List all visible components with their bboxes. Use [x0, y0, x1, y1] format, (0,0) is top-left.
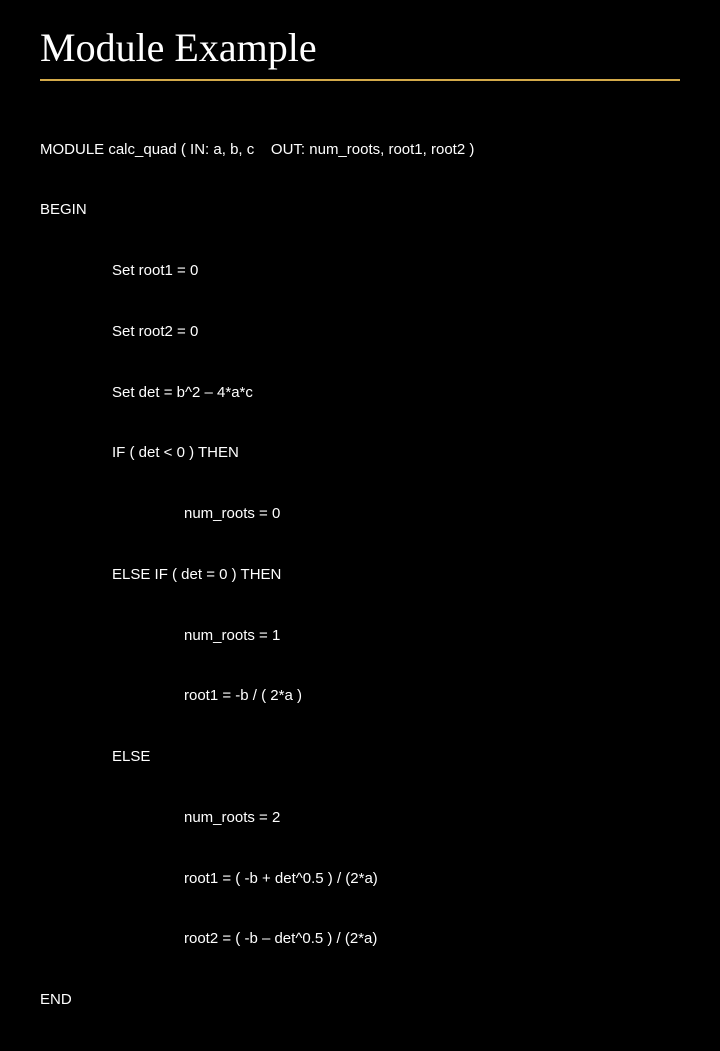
code-line: num_roots = 0 — [40, 504, 680, 524]
code-line: root1 = -b / ( 2*a ) — [40, 686, 680, 706]
code-line: num_roots = 2 — [40, 808, 680, 828]
title-divider — [40, 79, 680, 81]
code-line: MODULE calc_quad ( IN: a, b, c OUT: num_… — [40, 140, 680, 160]
slide-title: Module Example — [40, 24, 680, 71]
code-line: root2 = ( -b – det^0.5 ) / (2*a) — [40, 929, 680, 949]
slide: Module Example MODULE calc_quad ( IN: a,… — [0, 0, 720, 540]
code-block: MODULE calc_quad ( IN: a, b, c OUT: num_… — [40, 99, 680, 1051]
code-line: Set root2 = 0 — [40, 322, 680, 342]
code-line: ELSE IF ( det = 0 ) THEN — [40, 565, 680, 585]
code-line: END — [40, 990, 680, 1010]
code-line: root1 = ( -b + det^0.5 ) / (2*a) — [40, 869, 680, 889]
code-line: IF ( det < 0 ) THEN — [40, 443, 680, 463]
code-line: num_roots = 1 — [40, 626, 680, 646]
code-line: ELSE — [40, 747, 680, 767]
code-line: Set root1 = 0 — [40, 261, 680, 281]
code-line: Set det = b^2 – 4*a*c — [40, 383, 680, 403]
code-line: BEGIN — [40, 200, 680, 220]
